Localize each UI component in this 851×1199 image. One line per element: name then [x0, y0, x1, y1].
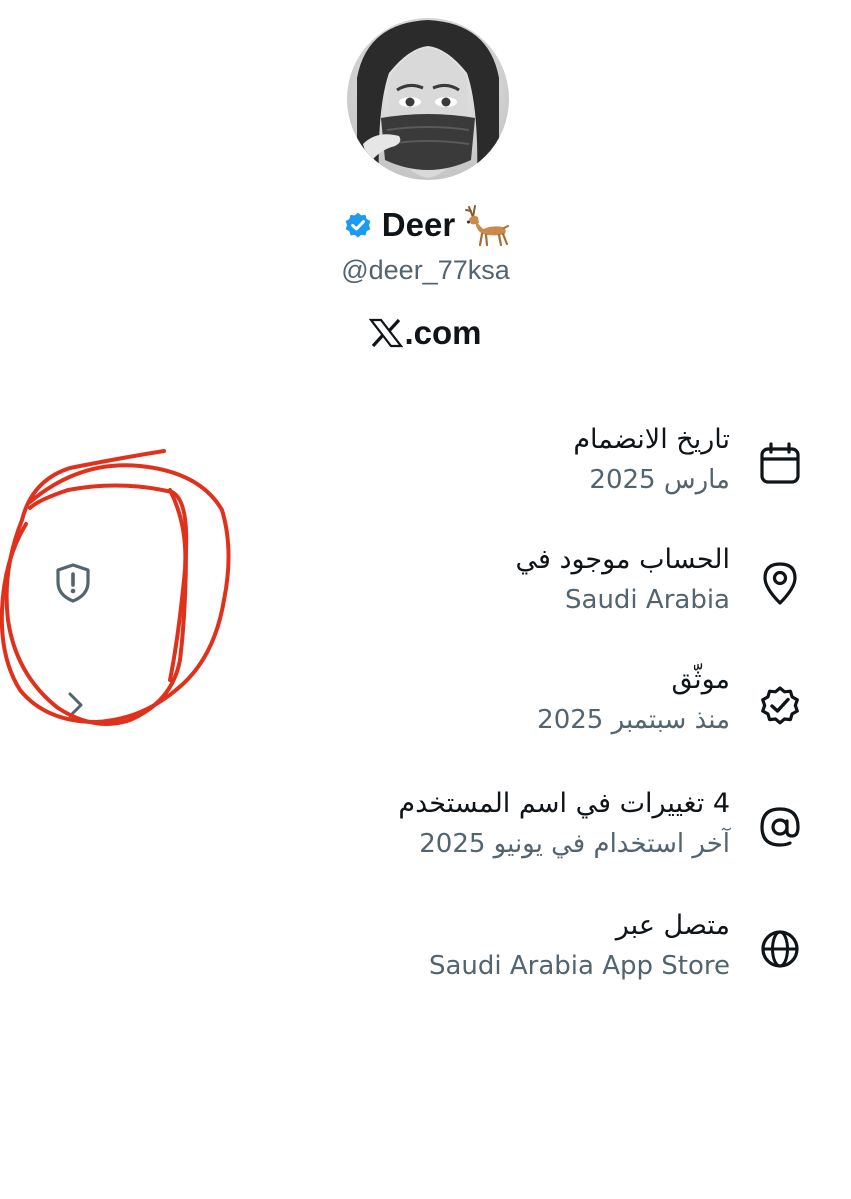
info-title: الحساب موجود في [515, 544, 730, 575]
info-text: موثّق منذ سبتمبر 2025 [170, 660, 730, 740]
verified-badge-shape [345, 212, 371, 238]
profile-website-link[interactable]: .com [0, 310, 851, 356]
globe-icon [757, 926, 803, 972]
info-title: موثّق [671, 664, 730, 695]
info-title: متصل عبر [615, 910, 730, 941]
chevron-right-icon[interactable] [64, 688, 88, 722]
info-title: 4 تغييرات في اسم المستخدم [398, 788, 730, 819]
info-title: تاريخ الانضمام [573, 424, 730, 455]
info-row-username-changes: 4 تغييرات في اسم المستخدم آخر استخدام في… [0, 784, 851, 894]
info-text: متصل عبر Saudi Arabia App Store [170, 906, 730, 986]
shield-alert-icon[interactable] [52, 562, 94, 604]
avatar-image [347, 18, 509, 180]
info-subtitle: Saudi Arabia App Store [428, 951, 730, 981]
info-subtitle: آخر استخدام في يونيو 2025 [419, 829, 730, 859]
info-text: الحساب موجود في Saudi Arabia [170, 540, 730, 620]
info-text: تاريخ الانضمام مارس 2025 [170, 420, 730, 500]
info-subtitle: Saudi Arabia [565, 585, 730, 615]
deer-emoji-icon [465, 205, 510, 247]
location-pin-icon-svg [763, 562, 797, 605]
info-row-location: الحساب موجود في Saudi Arabia [0, 540, 851, 650]
display-name: Deer [381, 206, 456, 243]
info-row-connected-via: متصل عبر Saudi Arabia App Store [0, 906, 851, 1016]
profile-name-row: Deer [0, 200, 851, 250]
calendar-icon [757, 440, 803, 486]
info-text: 4 تغييرات في اسم المستخدم آخر استخدام في… [170, 784, 730, 864]
info-row-join-date: تاريخ الانضمام مارس 2025 [0, 420, 851, 530]
at-sign-icon-svg [760, 807, 800, 847]
domain-text: .com [404, 314, 482, 351]
info-row-verified: موثّق منذ سبتمبر 2025 [0, 660, 851, 770]
x-logo-icon [369, 318, 404, 348]
profile-avatar[interactable] [347, 18, 509, 180]
profile-handle: @deer_77ksa [341, 255, 510, 285]
calendar-icon-svg [760, 442, 800, 484]
info-subtitle: منذ سبتمبر 2025 [537, 705, 730, 735]
verified-seal-icon [757, 682, 803, 728]
info-subtitle: مارس 2025 [589, 465, 730, 495]
globe-icon-svg [761, 930, 799, 968]
location-pin-icon [757, 560, 803, 606]
verified-seal-icon-svg [761, 686, 799, 725]
verified-badge-icon[interactable] [342, 209, 374, 241]
at-sign-icon [757, 804, 803, 850]
